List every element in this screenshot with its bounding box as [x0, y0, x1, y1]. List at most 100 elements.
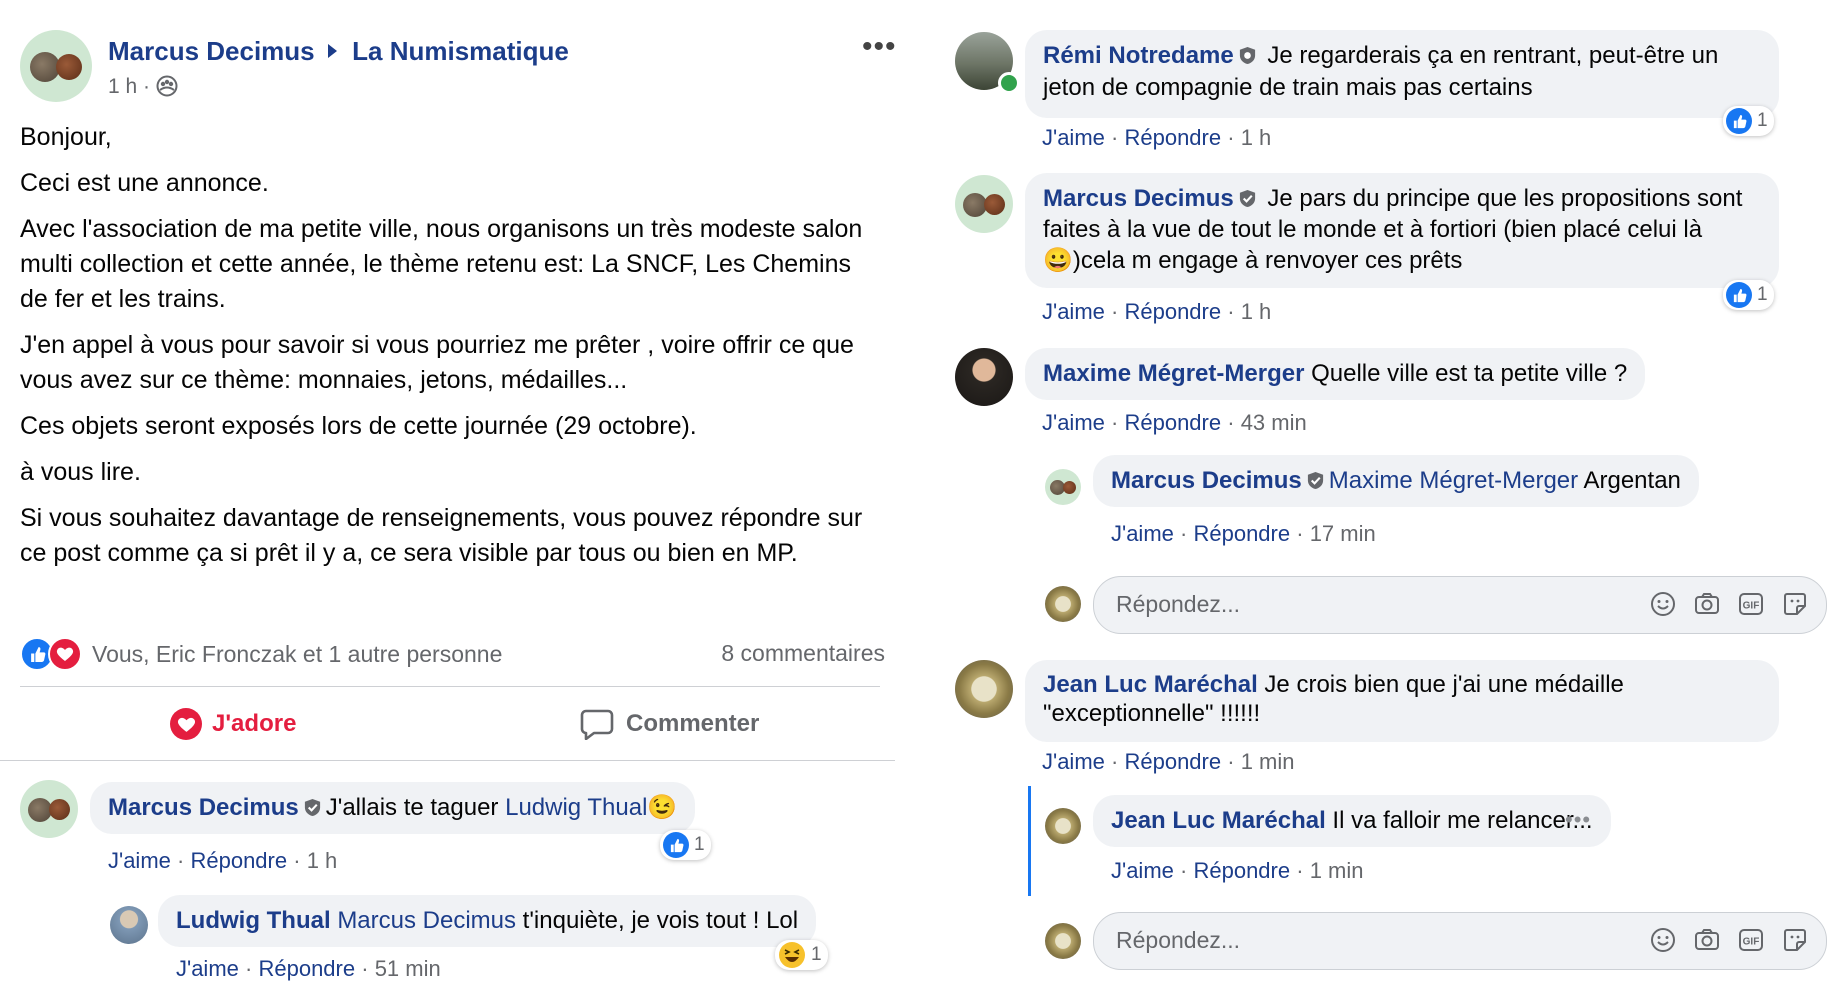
like-icon	[663, 832, 689, 858]
haha-emoji-icon	[779, 942, 805, 968]
emoji-icon[interactable]	[1650, 591, 1676, 617]
reaction-count[interactable]: 1	[660, 830, 711, 860]
post-paragraph: Si vous souhaitez davantage de renseigne…	[20, 504, 863, 567]
commenter-avatar[interactable]	[1045, 808, 1081, 844]
reaction-count[interactable]: 1	[775, 940, 828, 970]
commenter-avatar[interactable]	[1045, 469, 1081, 505]
comment-author[interactable]: Marcus Decimus	[108, 794, 299, 821]
reply-link[interactable]: Répondre	[1124, 299, 1221, 324]
love-button[interactable]: J'adore	[170, 708, 296, 740]
post-time[interactable]: 1 h	[108, 75, 137, 98]
comment-actions: J'aime · Répondre · 51 min	[176, 956, 441, 981]
comments-panel: Rémi Notredame Je regarderais ça en rent…	[945, 0, 1830, 1000]
commenter-avatar[interactable]	[20, 780, 78, 838]
post-paragraph: Ceci est une annonce.	[20, 169, 269, 197]
divider	[0, 760, 895, 761]
comments-count[interactable]: 8 commentaires	[721, 640, 885, 667]
commenter-avatar[interactable]	[955, 660, 1013, 718]
like-icon	[1726, 282, 1752, 308]
comment-author[interactable]: Jean Luc Maréchal	[1043, 671, 1258, 698]
comment-actions: J'aime · Répondre · 1 min	[1111, 858, 1364, 883]
gif-icon[interactable]: GIF	[1738, 927, 1764, 953]
tagged-user[interactable]: Marcus Decimus	[337, 907, 516, 934]
reactions-summary[interactable]: Vous, Eric Fronczak et 1 autre personne	[20, 637, 502, 671]
comment-author[interactable]: Maxime Mégret-Merger	[1043, 360, 1304, 387]
my-avatar	[1045, 586, 1081, 622]
comment-author[interactable]: Jean Luc Maréchal	[1111, 807, 1326, 834]
verified-shield-icon	[1307, 471, 1323, 490]
post-paragraph: à vous lire.	[20, 458, 141, 486]
comment-actions: J'aime · Répondre · 1 min	[1042, 749, 1295, 774]
caret-right-icon	[327, 44, 337, 58]
commenter-avatar[interactable]	[110, 906, 148, 944]
comment-options-icon[interactable]: •••	[1565, 807, 1591, 833]
sticker-icon[interactable]	[1782, 927, 1808, 953]
comment-author[interactable]: Marcus Decimus	[1043, 185, 1234, 212]
verified-shield-icon	[304, 798, 320, 817]
svg-text:GIF: GIF	[1743, 601, 1760, 612]
emoji-icon[interactable]	[1650, 927, 1676, 953]
love-reaction-icon	[48, 637, 82, 671]
speech-bubble-icon	[580, 709, 614, 740]
reply-link[interactable]: Répondre	[1193, 858, 1290, 883]
comment-bubble: Rémi Notredame Je regarderais ça en rent…	[1025, 30, 1779, 118]
author-avatar[interactable]	[20, 30, 92, 102]
like-link[interactable]: J'aime	[1042, 749, 1105, 774]
reaction-count[interactable]: 1	[1723, 106, 1774, 136]
post-body: Bonjour, Ceci est une annonce. Avec l'as…	[20, 120, 880, 571]
comment-bubble: Marcus Decimus J'allais te taguer Ludwig …	[90, 782, 696, 834]
reply-link[interactable]: Répondre	[1124, 125, 1221, 150]
comment-bubble: Ludwig Thual Marcus Decimus t'inquiète, …	[158, 895, 817, 947]
like-link[interactable]: J'aime	[1042, 410, 1105, 435]
commenter-avatar[interactable]	[955, 348, 1013, 406]
shield-icon	[1239, 46, 1255, 65]
wink-emoji-icon: 😉	[647, 794, 678, 821]
post-author-name[interactable]: Marcus Decimus	[108, 36, 315, 66]
tagged-user[interactable]: Maxime Mégret-Merger	[1329, 467, 1578, 494]
svg-text:GIF: GIF	[1743, 937, 1760, 948]
comment-actions: J'aime · Répondre · 1 h	[1042, 125, 1272, 150]
gif-icon[interactable]: GIF	[1738, 591, 1764, 617]
post-paragraph: Bonjour,	[20, 123, 112, 151]
reply-input[interactable]: Répondez... GIF	[1093, 912, 1827, 970]
comment-actions: J'aime · Répondre · 17 min	[1111, 521, 1376, 546]
like-link[interactable]: J'aime	[1042, 125, 1105, 150]
more-options-icon[interactable]: •••	[862, 30, 897, 64]
post-paragraph: Avec l'association de ma petite ville, n…	[20, 215, 863, 313]
tagged-user[interactable]: Ludwig Thual	[505, 794, 647, 821]
camera-icon[interactable]	[1694, 591, 1720, 617]
like-link[interactable]: J'aime	[176, 956, 239, 981]
reply-link[interactable]: Répondre	[1193, 521, 1290, 546]
post-paragraph: J'en appel à vous pour savoir si vous po…	[20, 331, 854, 394]
camera-icon[interactable]	[1694, 927, 1720, 953]
comment-actions: J'aime · Répondre · 1 h	[1042, 299, 1272, 324]
comment-actions: J'aime · Répondre · 43 min	[1042, 410, 1307, 435]
post-paragraph: Ces objets seront exposés lors de cette …	[20, 412, 697, 440]
reply-link[interactable]: Répondre	[1124, 749, 1221, 774]
reaction-count[interactable]: 1	[1723, 280, 1774, 310]
post-header: Marcus Decimus La Numismatique	[108, 36, 569, 67]
comment-author[interactable]: Rémi Notredame	[1043, 42, 1234, 69]
like-icon	[1726, 108, 1752, 134]
comment-author[interactable]: Marcus Decimus	[1111, 467, 1302, 494]
like-link[interactable]: J'aime	[1042, 299, 1105, 324]
like-link[interactable]: J'aime	[108, 848, 171, 873]
heart-icon	[170, 708, 202, 740]
reply-link[interactable]: Répondre	[1124, 410, 1221, 435]
commenter-avatar[interactable]	[955, 175, 1013, 233]
reply-link[interactable]: Répondre	[190, 848, 287, 873]
my-avatar	[1045, 923, 1081, 959]
comment-button[interactable]: Commenter	[580, 708, 759, 740]
grin-emoji-icon: 😀	[1043, 247, 1073, 274]
comment-bubble: Jean Luc Maréchal Il va falloir me relan…	[1093, 795, 1611, 847]
comment-actions: J'aime · Répondre · 1 h	[108, 848, 338, 873]
comment-bubble: Maxime Mégret-Merger Quelle ville est ta…	[1025, 348, 1646, 400]
group-privacy-icon	[156, 75, 178, 97]
reply-input[interactable]: Répondez... GIF	[1093, 576, 1827, 634]
like-link[interactable]: J'aime	[1111, 521, 1174, 546]
like-link[interactable]: J'aime	[1111, 858, 1174, 883]
sticker-icon[interactable]	[1782, 591, 1808, 617]
reply-link[interactable]: Répondre	[258, 956, 355, 981]
comment-author[interactable]: Ludwig Thual	[176, 907, 331, 934]
group-name[interactable]: La Numismatique	[352, 36, 569, 66]
